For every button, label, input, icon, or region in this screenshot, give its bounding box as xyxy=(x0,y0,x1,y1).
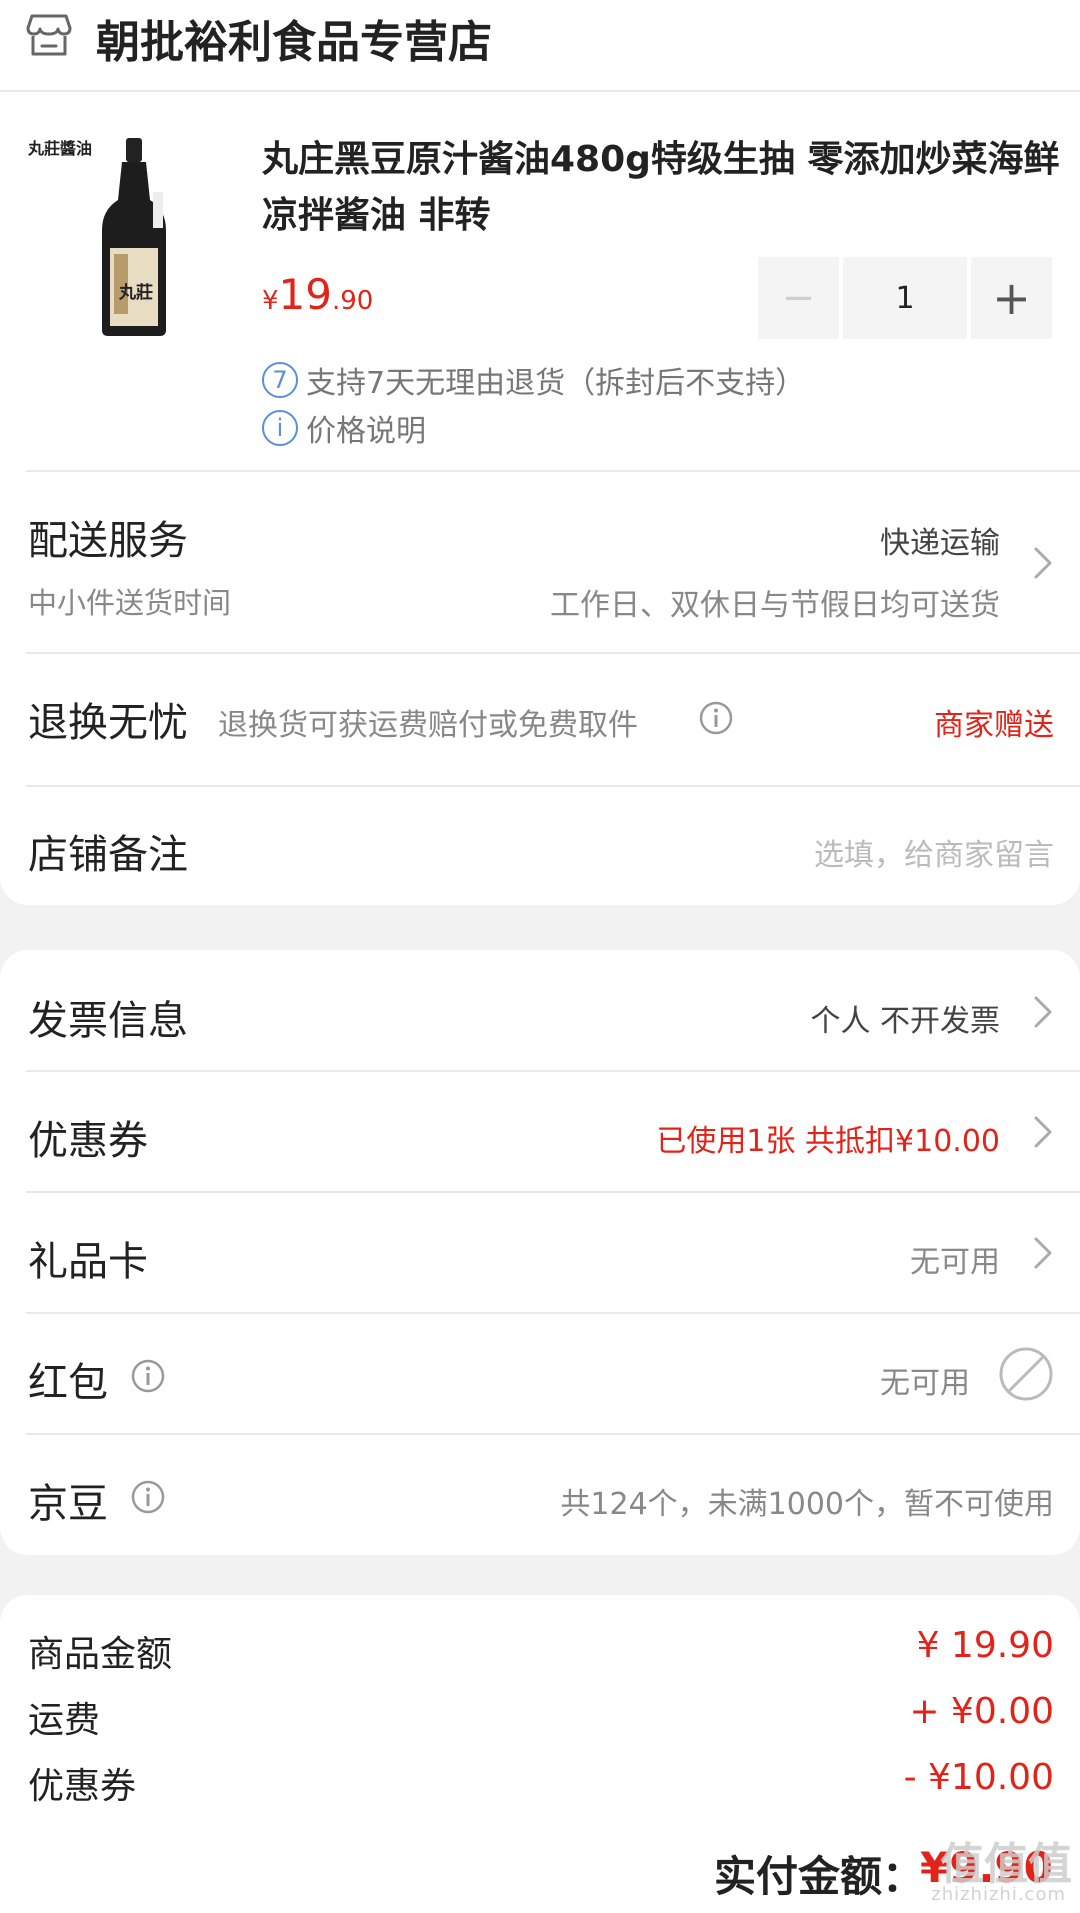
product-image[interactable]: 丸莊醬油 丸莊 xyxy=(26,130,236,340)
price-decimal: .90 xyxy=(332,286,374,316)
info-icon[interactable] xyxy=(130,1358,166,1394)
chevron-right-icon[interactable] xyxy=(1032,994,1054,1030)
delivery-method[interactable]: 快递运输 xyxy=(880,518,1000,562)
red-packet-label: 红包 xyxy=(28,1360,108,1406)
store-name[interactable]: 朝批裕利食品专营店 xyxy=(96,6,492,70)
disabled-icon xyxy=(999,1347,1053,1401)
jingdou-value: 共124个，未满1000个，暂不可使用 xyxy=(560,1487,1054,1522)
returns-label: 退换无忧 xyxy=(28,700,188,746)
store-icon xyxy=(26,14,72,56)
quantity-increase-button[interactable]: + xyxy=(971,257,1052,339)
chevron-right-icon[interactable] xyxy=(1032,1114,1054,1150)
info-icon[interactable] xyxy=(698,700,734,736)
product-title[interactable]: 丸庄黑豆原汁酱油480g特级生抽 零添加炒菜海鲜凉拌酱油 非转 xyxy=(262,132,1062,244)
seven-day-return-icon: 7 xyxy=(262,362,298,398)
store-note-label: 店铺备注 xyxy=(28,832,188,878)
quantity-decrease-button[interactable]: − xyxy=(758,257,839,339)
invoice-value[interactable]: 个人 不开发票 xyxy=(810,996,1000,1040)
jingdou-label: 京豆 xyxy=(28,1481,108,1527)
divider xyxy=(26,1070,1080,1072)
price-note-text: 价格说明 xyxy=(306,414,426,449)
return-policy-row[interactable]: 7 支持7天无理由退货（拆封后不支持） xyxy=(262,358,805,402)
shipping-label: 运费 xyxy=(28,1700,101,1741)
divider xyxy=(26,470,1080,472)
divider xyxy=(26,1191,1080,1193)
bottle-label: 丸莊 xyxy=(118,282,153,303)
price-integer: 19 xyxy=(278,270,332,319)
delivery-sub-label: 中小件送货时间 xyxy=(28,586,232,620)
divider xyxy=(26,1433,1080,1435)
delivery-sub-value: 工作日、双休日与节假日均可送货 xyxy=(550,588,1000,623)
price-currency: ¥ xyxy=(262,286,279,316)
coupon-discount-value: - ¥10.00 xyxy=(903,1757,1054,1798)
delivery-label: 配送服务 xyxy=(28,518,188,564)
invoice-label: 发票信息 xyxy=(28,998,188,1044)
goods-amount-value: ¥ 19.90 xyxy=(916,1625,1054,1666)
coupon-discount-label: 优惠券 xyxy=(28,1766,137,1807)
watermark: 值值值 xyxy=(940,1839,1072,1890)
total-label: 实付金额： xyxy=(714,1852,925,1901)
quantity-input[interactable]: 1 xyxy=(843,257,967,339)
divider xyxy=(26,652,1080,654)
divider xyxy=(26,1312,1080,1314)
divider xyxy=(26,785,1080,787)
gift-card-value[interactable]: 无可用 xyxy=(910,1237,1000,1281)
quantity-stepper: − 1 + xyxy=(758,257,1055,339)
returns-value: 商家赠送 xyxy=(934,708,1054,743)
coupon-label: 优惠券 xyxy=(28,1118,148,1164)
price-note-row[interactable]: i 价格说明 xyxy=(262,406,426,450)
watermark-domain: zhizhizhi.com xyxy=(931,1884,1066,1905)
goods-amount-label: 商品金额 xyxy=(28,1634,173,1675)
red-packet-value: 无可用 xyxy=(880,1366,970,1401)
info-icon[interactable] xyxy=(130,1479,166,1515)
returns-description: 退换货可获运费赔付或免费取件 xyxy=(218,708,638,743)
product-image-label: 丸莊醬油 xyxy=(27,139,92,158)
header-divider xyxy=(0,90,1080,92)
chevron-right-icon[interactable] xyxy=(1032,545,1054,581)
coupon-value[interactable]: 已使用1张 共抵扣¥10.00 xyxy=(656,1116,1000,1160)
product-price: ¥19.90 xyxy=(262,270,373,319)
info-icon: i xyxy=(262,410,298,446)
shipping-value: + ¥0.00 xyxy=(909,1691,1054,1732)
store-note-input[interactable]: 选填，给商家留言 xyxy=(814,830,1054,874)
return-policy-text: 支持7天无理由退货（拆封后不支持） xyxy=(306,366,806,401)
gift-card-label: 礼品卡 xyxy=(28,1239,148,1285)
chevron-right-icon[interactable] xyxy=(1032,1235,1054,1271)
